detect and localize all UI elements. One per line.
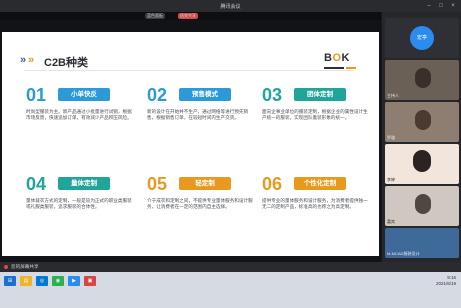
card-description: 提供专业的量体服务和设计服务，为消费者提供独一无二的定制产品，标准高的也称之为高…: [262, 198, 368, 210]
card-number: 02: [147, 85, 168, 105]
title-divider: [24, 70, 354, 71]
card-description: 介于成衣和定制之间，不提供专业量体服务和设计服务，让消费者在一定的范围内自主选择…: [147, 198, 253, 210]
wechat-icon[interactable]: ◉: [52, 276, 64, 286]
card-label: 团体定制: [294, 88, 346, 101]
participant-name: 罗璇: [387, 135, 395, 140]
share-bottom-bar: 您的屏幕共享: [0, 262, 461, 272]
logo-bar: [346, 67, 356, 69]
card-description: 时尚型服装为主。新产品通过小批量进行试销，根据市场反馈，快速追加订单，有效减少产…: [26, 109, 132, 121]
card-label: 小单快反: [58, 88, 110, 101]
participant-tile[interactable]: 主持人: [385, 60, 459, 100]
file-explorer-icon[interactable]: ▤: [20, 276, 32, 286]
card-label: 个性化定制: [294, 177, 346, 190]
participant-tile[interactable]: 罗璇: [385, 102, 459, 142]
card-label: 预售模式: [179, 88, 231, 101]
recording-icon: [4, 265, 8, 269]
brand-logo: BOK: [324, 52, 350, 64]
app-icon[interactable]: ▣: [84, 276, 96, 286]
minimize-icon[interactable]: –: [425, 2, 433, 10]
chevron-icon: »: [20, 54, 27, 66]
card-number: 06: [262, 174, 283, 194]
person-video: [415, 194, 431, 214]
browser-icon[interactable]: ◎: [36, 276, 48, 286]
taskbar: ⊞ ▤ ◎ ◉ ▶ ▣ 9:16 2021/6/19: [0, 272, 461, 308]
share-top-strip: 蓝色面板 结束共享: [0, 12, 381, 20]
card-label: 轻定制: [179, 177, 231, 190]
card-label: 量体定制: [58, 177, 110, 190]
title-bar: 腾讯会议 – □ ×: [0, 0, 461, 12]
person-video: [415, 68, 431, 88]
participant-name: 嘉宾: [387, 219, 395, 224]
card-description: 新的设计在开始并不生产，通过网络等进行预先销售，根据销售订单，在较短时间内生产交…: [147, 109, 249, 121]
share-status-chip[interactable]: 蓝色面板: [145, 13, 165, 19]
meeting-icon[interactable]: ▶: [68, 276, 80, 286]
slide-title: C2B种类: [44, 57, 89, 69]
participant-name: M-MCAD服装设计: [387, 251, 420, 256]
window-title: 腾讯会议: [220, 4, 241, 10]
windows-start-icon[interactable]: ⊞: [4, 276, 16, 286]
participant-name: 李婷: [387, 177, 395, 182]
avatar: 宏亭: [410, 26, 434, 50]
participant-tile[interactable]: 嘉宾: [385, 186, 459, 226]
stop-share-button[interactable]: 结束共享: [178, 13, 198, 19]
card-number: 04: [26, 174, 47, 194]
share-label: 您的屏幕共享: [11, 264, 39, 269]
logo-bar: [324, 67, 344, 69]
participant-name: 主持人: [387, 93, 399, 98]
person-video: [413, 150, 431, 172]
chevron-icon: »: [28, 54, 35, 66]
slide: » » C2B种类 BOK 01 小单快反 时尚型服装为主。新产品通过小批量进行…: [2, 32, 379, 256]
participant-tile[interactable]: 宏亭: [385, 18, 459, 58]
clock[interactable]: 9:16 2021/6/19: [400, 275, 456, 287]
card-description: 面向企事业单位的服装定制，根据企业的属性设计生产统一的服装，实现团队着装形象的统…: [262, 109, 368, 121]
person-video: [415, 110, 431, 130]
card-number: 05: [147, 174, 168, 194]
close-icon[interactable]: ×: [449, 2, 457, 10]
card-number: 03: [262, 85, 283, 105]
meeting-app: 腾讯会议 – □ × 蓝色面板 结束共享 » » C2B种类 BOK 01 小单…: [0, 0, 461, 308]
maximize-icon[interactable]: □: [437, 2, 445, 10]
card-description: 量体裁衣方式的定制，一般是较为正式的职业类服装或礼服类服装，追求服装的合体性。: [26, 198, 132, 210]
participants-panel: 宏亭 主持人 罗璇 李婷 嘉宾 M-MCAD服装设计: [381, 12, 461, 262]
clock-date: 2021/6/19: [435, 281, 456, 286]
participant-tile[interactable]: 李婷: [385, 144, 459, 184]
card-number: 01: [26, 85, 47, 105]
screen-share-area: 蓝色面板 结束共享 » » C2B种类 BOK 01 小单快反 时尚型服装为主。…: [0, 12, 381, 262]
participant-tile[interactable]: M-MCAD服装设计: [385, 228, 459, 258]
